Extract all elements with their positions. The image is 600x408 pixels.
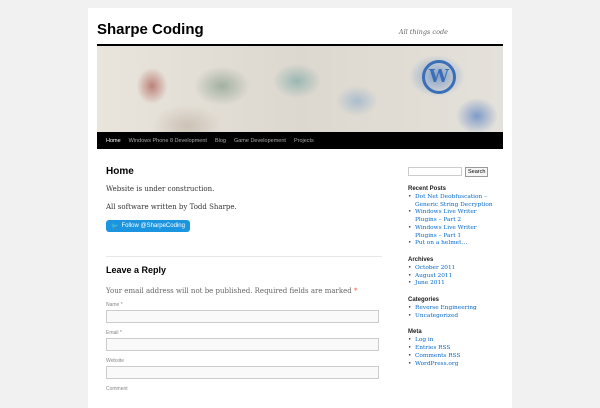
widget-title: Archives	[408, 256, 434, 263]
category-link[interactable]: Reverse Engineering	[408, 305, 498, 313]
site-title[interactable]: Sharpe Coding	[97, 21, 204, 38]
category-link[interactable]: Uncategorized	[408, 313, 498, 321]
meta-link[interactable]: Log in	[408, 337, 498, 345]
note-text: Your email address will not be published…	[106, 287, 352, 295]
archive-link[interactable]: June 2011	[408, 280, 498, 288]
search-form: Search	[408, 167, 498, 177]
twitter-follow-button[interactable]: 🐦 Follow @SharpeCoding	[106, 220, 190, 232]
page-wrapper: Sharpe Coding All things code W Home Win…	[88, 8, 512, 408]
search-input[interactable]	[408, 167, 462, 176]
nav-game[interactable]: Game Developement	[234, 138, 286, 144]
nav-wp8[interactable]: Windows Phone 8 Development	[129, 138, 207, 144]
website-field[interactable]	[106, 366, 379, 379]
search-button[interactable]: Search	[465, 167, 489, 177]
nav-home[interactable]: Home	[106, 138, 121, 144]
page-title: Home	[106, 166, 134, 177]
content: Home Website is under construction. All …	[106, 166, 382, 392]
page-text: Website is under construction.	[106, 185, 215, 193]
recent-post-link[interactable]: Put on a helmet…	[408, 240, 498, 248]
main-nav: Home Windows Phone 8 Development Blog Ga…	[97, 132, 503, 149]
reply-note: Your email address will not be published…	[106, 287, 382, 295]
reply-title: Leave a Reply	[106, 265, 167, 275]
email-field[interactable]	[106, 338, 379, 351]
header-image[interactable]: W	[97, 44, 503, 132]
site-tagline: All things code	[398, 28, 448, 36]
website-label: Website	[106, 358, 124, 364]
name-field[interactable]	[106, 310, 379, 323]
name-label: Name *	[106, 302, 123, 308]
meta-link[interactable]: WordPress.org	[408, 361, 498, 369]
meta-link[interactable]: Comments RSS	[408, 353, 498, 361]
nav-blog[interactable]: Blog	[215, 138, 226, 144]
recent-post-link[interactable]: Windows Live Writer Plugins – Part 2	[408, 209, 498, 224]
required-mark: *	[354, 287, 358, 295]
recent-post-link[interactable]: Windows Live Writer Plugins – Part 1	[408, 225, 498, 240]
wordpress-logo-icon: W	[422, 60, 456, 94]
twitter-bird-icon: 🐦	[111, 223, 119, 230]
email-label: Email *	[106, 330, 122, 336]
widget-title: Categories	[408, 297, 440, 304]
recent-post-link[interactable]: Dot Net Deobfuscation – Generic String D…	[408, 194, 498, 209]
page-text: All software written by Todd Sharpe.	[106, 203, 237, 211]
comment-label: Comment	[106, 386, 128, 392]
archive-link[interactable]: August 2011	[408, 273, 498, 281]
widget-title: Recent Posts	[408, 186, 447, 192]
widget-title: Meta	[408, 329, 422, 336]
archive-link[interactable]: October 2011	[408, 265, 498, 273]
meta-link[interactable]: Entries RSS	[408, 345, 498, 353]
follow-label: Follow @SharpeCoding	[121, 223, 185, 229]
divider	[106, 256, 382, 257]
nav-projects[interactable]: Projects	[294, 138, 314, 144]
sidebar: Search Recent Posts Dot Net Deobfuscatio…	[408, 167, 498, 368]
